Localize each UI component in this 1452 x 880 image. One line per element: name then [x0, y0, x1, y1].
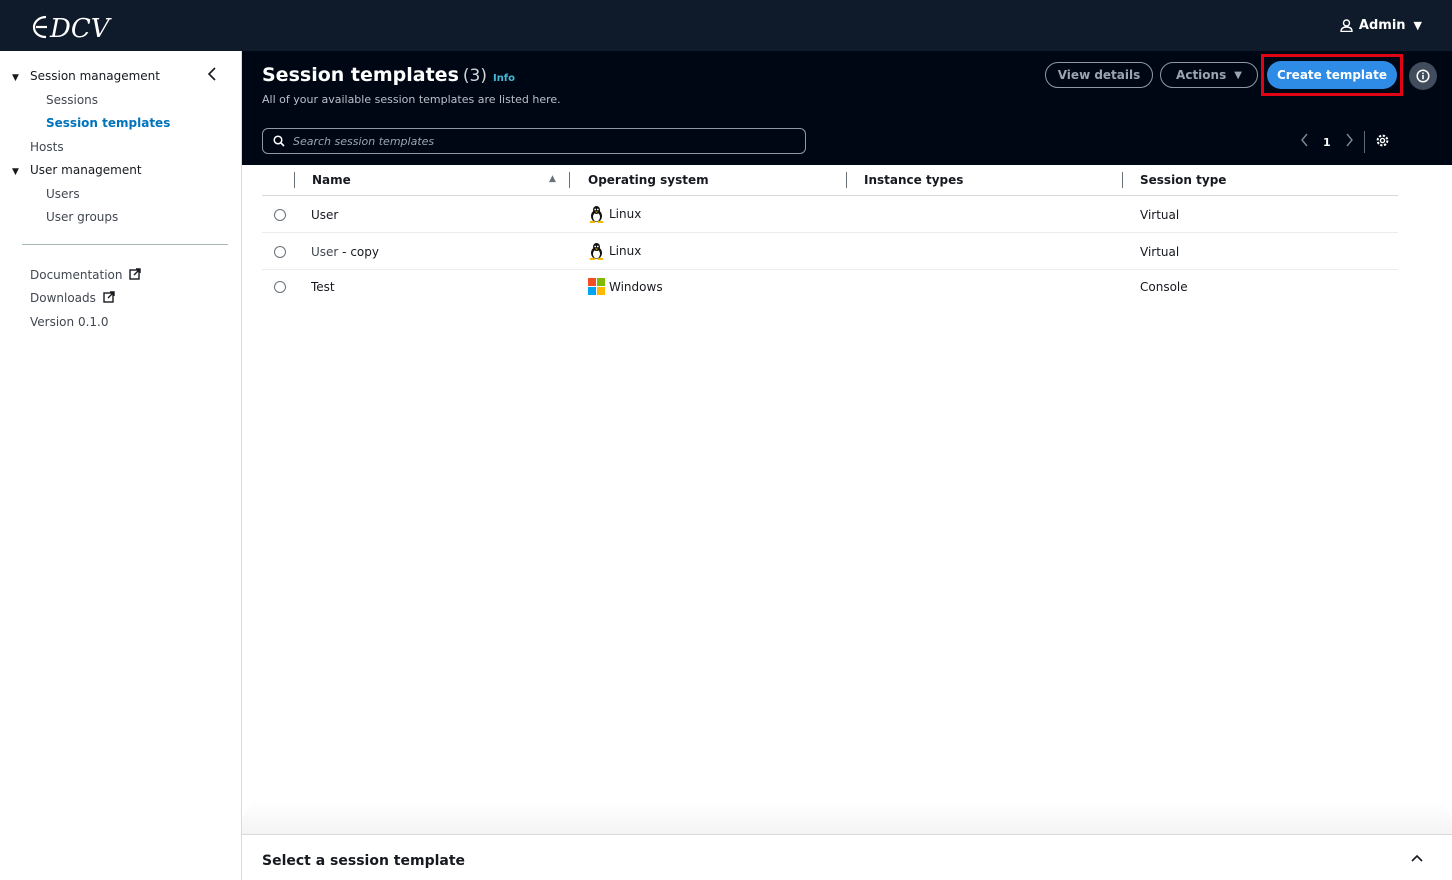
windows-icon	[588, 278, 605, 295]
caret-down-icon: ▼	[12, 73, 19, 83]
split-panel-shadow	[242, 800, 1452, 834]
column-separator	[569, 172, 570, 188]
actions-dropdown-button[interactable]: Actions ▼	[1160, 62, 1258, 88]
chevron-up-icon[interactable]	[1410, 851, 1424, 865]
nav-item-user-groups[interactable]: User groups	[46, 210, 118, 224]
caret-down-icon: ▼	[1413, 19, 1422, 32]
page-header: Session templates (3) Info All of your ava…	[242, 51, 1452, 165]
nav-link-documentation[interactable]: Documentation	[30, 268, 142, 282]
actions-label: Actions	[1176, 68, 1227, 82]
sort-ascending-icon[interactable]: ▲	[549, 174, 556, 184]
page-title-group: Session templates (3) Info	[262, 64, 515, 86]
nav-group-label: User management	[30, 163, 142, 177]
sidebar-divider	[22, 244, 228, 245]
column-separator	[1122, 172, 1123, 188]
column-header-instance-types[interactable]: Instance types	[864, 173, 963, 187]
downloads-label: Downloads	[30, 291, 96, 305]
cell-os: Linux	[588, 242, 641, 260]
table-header: Name ▲ Operating system Instance types S…	[262, 165, 1398, 196]
column-header-name[interactable]: Name	[312, 173, 351, 187]
cell-os: Windows	[588, 278, 663, 295]
column-separator	[846, 172, 847, 188]
search-input[interactable]	[293, 134, 793, 148]
cell-name: User - copy	[311, 245, 379, 259]
cell-session-type: Console	[1140, 280, 1188, 294]
cell-os: Linux	[588, 205, 641, 223]
table-row[interactable]: Test Windows Console	[262, 270, 1398, 307]
side-navigation: ▼ Session management Sessions Session tem…	[0, 51, 242, 880]
column-separator	[294, 172, 295, 188]
svg-text:DCV: DCV	[49, 14, 112, 44]
nav-group-user-management[interactable]: ▼ User management	[12, 163, 142, 177]
pager-divider	[1363, 131, 1365, 153]
settings-gear-icon[interactable]	[1375, 133, 1390, 151]
cell-session-type: Virtual	[1140, 245, 1180, 259]
name-prefix: User	[311, 245, 339, 259]
item-count: (3)	[462, 66, 487, 86]
view-details-button[interactable]: View details	[1045, 62, 1153, 88]
dcv-logo[interactable]: DCV	[30, 7, 130, 45]
os-label: Windows	[609, 279, 663, 294]
linux-icon	[589, 243, 604, 260]
search-icon	[273, 135, 285, 147]
caret-down-icon: ▼	[1234, 69, 1242, 81]
session-templates-table: Name ▲ Operating system Instance types S…	[262, 165, 1398, 307]
table-row[interactable]: User Linux Virtual	[262, 196, 1398, 233]
column-header-os[interactable]: Operating system	[588, 173, 709, 187]
nav-item-hosts[interactable]: Hosts	[30, 140, 64, 154]
pagination: 1	[1300, 131, 1390, 153]
page-description: All of your available session templates …	[262, 93, 561, 106]
version-label: Version 0.1.0	[30, 315, 109, 329]
cell-session-type: Virtual	[1140, 208, 1180, 222]
nav-group-label: Session management	[30, 69, 160, 83]
info-icon[interactable]	[1409, 62, 1437, 90]
caret-down-icon: ▼	[12, 167, 19, 177]
next-page-icon[interactable]	[1345, 133, 1354, 151]
nav-group-session-management[interactable]: ▼ Session management	[12, 69, 160, 83]
page-title: Session templates	[262, 64, 459, 86]
split-panel-title: Select a session template	[262, 853, 466, 869]
external-link-icon	[129, 268, 142, 280]
external-link-icon	[103, 291, 115, 303]
search-field	[262, 128, 806, 154]
column-header-session-type[interactable]: Session type	[1140, 173, 1226, 187]
cell-name: User	[311, 208, 339, 222]
page-number[interactable]: 1	[1323, 136, 1331, 149]
os-label: Linux	[609, 244, 642, 258]
row-select-radio[interactable]	[274, 246, 286, 258]
os-label: Linux	[609, 207, 642, 221]
user-menu[interactable]: Admin ▼	[1340, 18, 1422, 33]
table-row[interactable]: User - copy Linux Virtual	[262, 233, 1398, 270]
row-select-radio[interactable]	[274, 209, 286, 221]
info-link[interactable]: Info	[493, 73, 515, 84]
documentation-label: Documentation	[30, 268, 123, 282]
user-icon	[1340, 19, 1353, 32]
user-menu-label: Admin	[1358, 18, 1406, 33]
top-navigation-bar: DCV Admin ▼	[0, 0, 1452, 51]
name-suffix: - copy	[338, 245, 379, 259]
create-template-button[interactable]: Create template	[1267, 61, 1397, 89]
nav-item-session-templates[interactable]: Session templates	[46, 116, 170, 130]
row-select-radio[interactable]	[274, 281, 286, 293]
linux-icon	[589, 206, 604, 223]
nav-item-sessions[interactable]: Sessions	[46, 93, 98, 107]
collapse-sidebar-icon[interactable]	[206, 66, 218, 85]
nav-item-users[interactable]: Users	[46, 187, 80, 201]
nav-link-downloads[interactable]: Downloads	[30, 291, 115, 305]
split-panel: Select a session template	[242, 834, 1452, 880]
cell-name: Test	[311, 280, 335, 294]
previous-page-icon[interactable]	[1300, 133, 1309, 151]
